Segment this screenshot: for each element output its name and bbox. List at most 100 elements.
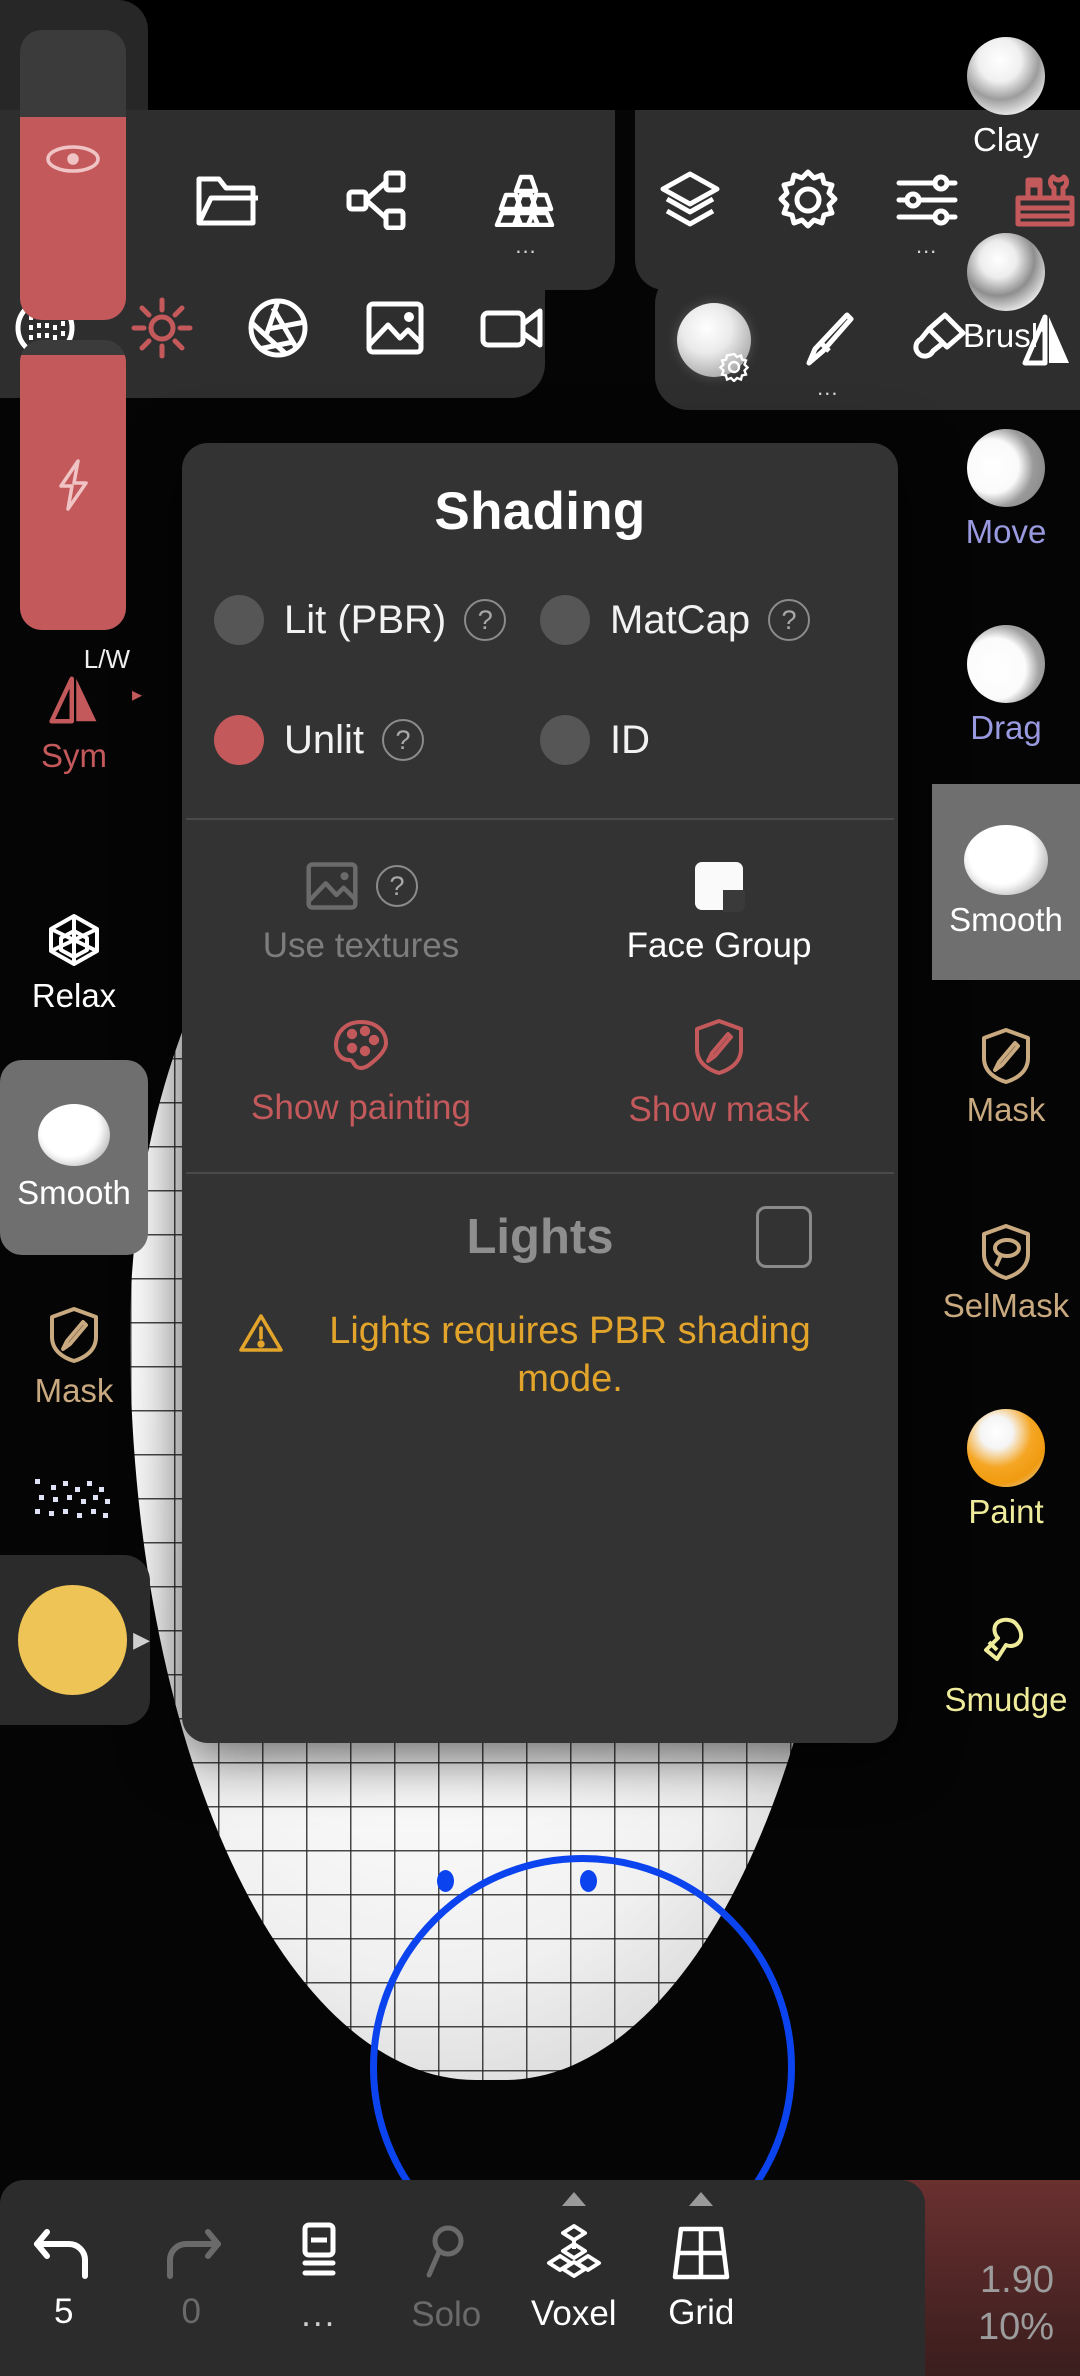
material-sphere-icon[interactable] [677, 294, 751, 386]
symmetry-control[interactable]: L/W ▸ Sym [0, 644, 148, 800]
right-tool-move[interactable]: Move [932, 392, 1080, 588]
shading-mode-id[interactable]: ID [540, 680, 898, 800]
paint-ball-icon [967, 1409, 1045, 1487]
layers-overflow-dots[interactable]: ... [301, 2295, 336, 2335]
brush-overflow-dots[interactable]: ... [817, 377, 838, 399]
right-tool-brush[interactable]: Brush [932, 196, 1080, 392]
symmetry-mode-label: L/W [83, 644, 130, 674]
help-icon-unlit[interactable]: ? [382, 719, 425, 761]
right-tool-label: Brush [962, 317, 1050, 354]
clay-ball-icon [967, 37, 1045, 115]
solo-icon [426, 2225, 464, 2278]
symmetry-expand-caret[interactable]: ▸ [132, 682, 142, 707]
radio-lit-pbr[interactable] [214, 595, 264, 645]
palette-icon [333, 1019, 389, 1071]
aperture-icon[interactable] [245, 282, 312, 374]
topology-icon[interactable]: ... [480, 154, 572, 257]
toggle-use-textures[interactable]: ? Use textures [182, 836, 540, 984]
help-icon-use-textures[interactable]: ? [376, 865, 418, 907]
shading-dialog: Shading Lit (PBR) ? MatCap ? Unlit ? ID … [182, 443, 898, 1743]
lights-section: Lights Lights requires PBR shading mode. [182, 1174, 898, 1403]
intensity-slider[interactable] [20, 340, 126, 630]
grid-icon [673, 2226, 730, 2280]
color-swatch-caret[interactable]: ▶ [133, 1627, 150, 1653]
drag-ball-icon [967, 625, 1045, 703]
undo-count: 5 [54, 2292, 74, 2331]
circle-dot-icon [20, 142, 126, 176]
radio-matcap[interactable] [540, 595, 590, 645]
shading-mode-matcap[interactable]: MatCap ? [540, 560, 898, 680]
left-tool-relax[interactable]: Relax [0, 870, 148, 1055]
lights-checkbox[interactable] [756, 1206, 812, 1268]
right-tool-smudge[interactable]: Smudge [932, 1568, 1080, 1764]
radio-unlit[interactable] [214, 715, 264, 765]
scene-graph-icon[interactable] [330, 154, 422, 246]
shading-mode-lit-pbr[interactable]: Lit (PBR) ? [182, 560, 540, 680]
folder-icon[interactable] [180, 154, 272, 246]
right-tool-selmask[interactable]: SelMask [932, 1176, 1080, 1372]
image-icon[interactable] [362, 282, 429, 374]
left-tool-column: L/W ▸ Sym Relax Smooth Mask ▶ [0, 0, 150, 1725]
relax-icon [49, 913, 99, 966]
color-swatch-button[interactable]: ▶ [0, 1555, 150, 1725]
toggle-show-mask[interactable]: Show mask [540, 984, 898, 1148]
toggle-face-group[interactable]: Face Group [540, 836, 898, 984]
gear-icon[interactable] [773, 154, 843, 246]
shading-mode-unlit[interactable]: Unlit ? [182, 680, 540, 800]
right-tool-mask[interactable]: Mask [932, 980, 1080, 1176]
brush-ball-icon [967, 233, 1045, 311]
warning-triangle-icon [239, 1314, 283, 1352]
shading-mode-label: Lit (PBR) [284, 597, 447, 642]
voxel-button[interactable]: Voxel [510, 2180, 638, 2376]
help-icon-lit-pbr[interactable]: ? [464, 599, 507, 641]
right-tool-paint[interactable]: Paint [932, 1372, 1080, 1568]
smooth-icon [38, 1103, 110, 1166]
dither-icon [35, 1479, 110, 1518]
radio-id[interactable] [540, 715, 590, 765]
color-swatch[interactable] [18, 1585, 128, 1695]
toggle-label: Show painting [251, 1088, 471, 1127]
solo-button[interactable]: Solo [383, 2180, 511, 2376]
radius-slider[interactable] [20, 30, 126, 320]
layers-stack-icon [302, 2222, 336, 2276]
grid-expand-caret[interactable] [689, 2192, 714, 2206]
right-tool-drag[interactable]: Drag [932, 588, 1080, 784]
shading-mode-label: MatCap [610, 597, 751, 642]
shading-dialog-title: Shading [434, 482, 646, 541]
selmask-shield-icon [982, 1224, 1030, 1280]
voxel-expand-caret[interactable] [561, 2192, 586, 2206]
solo-label: Solo [411, 2295, 482, 2334]
redo-button[interactable]: 0 [128, 2180, 256, 2376]
mask-shield-icon [695, 1019, 743, 1075]
grid-label: Grid [668, 2293, 735, 2332]
left-tool-mask[interactable]: Mask [0, 1265, 148, 1450]
help-icon-matcap[interactable]: ? [768, 599, 811, 641]
symmetry-label: Sym [41, 737, 107, 774]
left-tool-dither[interactable] [0, 1450, 148, 1560]
right-tool-label: Smudge [944, 1681, 1068, 1718]
grid-button[interactable]: Grid [638, 2180, 766, 2376]
left-tool-smooth[interactable]: Smooth [0, 1060, 148, 1255]
toggle-show-painting[interactable]: Show painting [182, 984, 540, 1148]
redo-icon [167, 2229, 222, 2279]
lights-header: Lights [182, 1174, 898, 1300]
undo-button[interactable]: 5 [0, 2180, 128, 2376]
camera-icon[interactable] [478, 282, 545, 374]
sun-icon[interactable] [129, 282, 196, 374]
topology-overflow-dots[interactable]: ... [515, 235, 536, 257]
move-ball-icon [967, 429, 1045, 507]
left-tool-label: Mask [34, 1371, 114, 1409]
layers-icon[interactable] [655, 154, 725, 246]
shading-modes-section: Lit (PBR) ? MatCap ? Unlit ? ID [182, 560, 898, 800]
mask-shield-icon [982, 1028, 1030, 1084]
right-tool-clay[interactable]: Clay [932, 0, 1080, 196]
toggle-label: Face Group [626, 926, 812, 965]
shading-toggles-section: ? Use textures Face Group Show painting … [182, 820, 898, 1158]
shading-mode-label: Unlit [284, 717, 365, 762]
right-tool-smooth[interactable]: Smooth [932, 784, 1080, 980]
undo-icon [33, 2229, 88, 2279]
voxel-icon [546, 2224, 601, 2278]
layers-stack-button[interactable]: ... [255, 2180, 383, 2376]
app-root: ... ... ... Shading Lit (PBR) ? MatCap ?… [0, 0, 1080, 2376]
brush-pen-icon[interactable]: ... [795, 294, 861, 399]
